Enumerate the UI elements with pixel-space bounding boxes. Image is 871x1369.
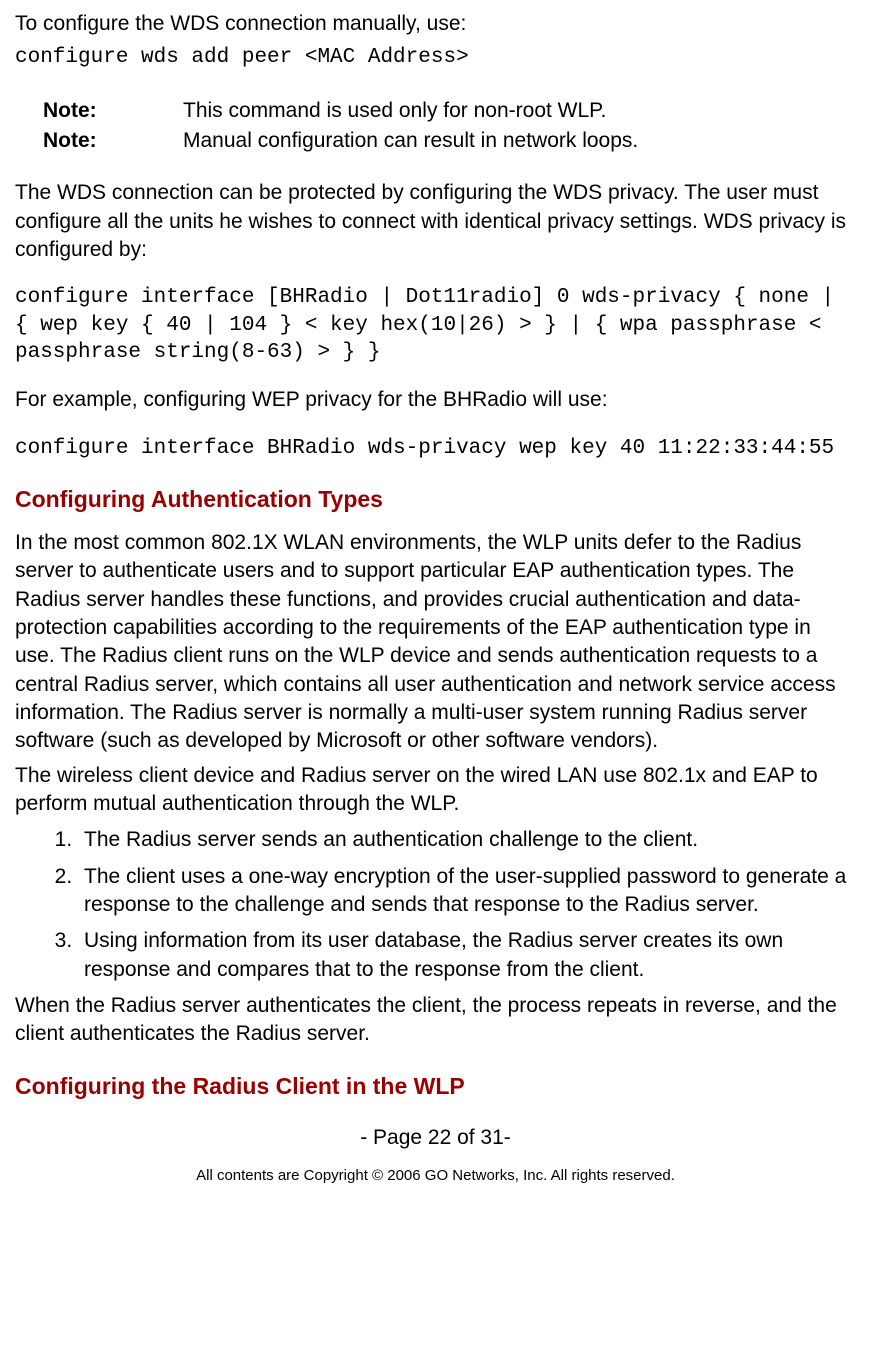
notes-block: Note: This command is used only for non-… xyxy=(43,97,856,156)
note-label: Note: xyxy=(43,127,183,155)
note-row: Note: Manual configuration can result in… xyxy=(43,127,856,155)
auth-paragraph-1: In the most common 802.1X WLAN environme… xyxy=(15,529,856,756)
command-wep-example: configure interface BHRadio wds-privacy … xyxy=(15,435,856,462)
list-item: The client uses a one-way encryption of … xyxy=(78,863,856,920)
command-wds-privacy-syntax: configure interface [BHRadio | Dot11radi… xyxy=(15,284,856,366)
auth-steps-list: The Radius server sends an authenticatio… xyxy=(60,826,856,984)
auth-paragraph-2: The wireless client device and Radius se… xyxy=(15,762,856,819)
command-wds-add-peer: configure wds add peer <MAC Address> xyxy=(15,44,856,72)
list-item: Using information from its user database… xyxy=(78,927,856,984)
intro-paragraph: To configure the WDS connection manually… xyxy=(15,10,856,38)
auth-paragraph-3: When the Radius server authenticates the… xyxy=(15,992,856,1049)
page-number: - Page 22 of 31- xyxy=(15,1124,856,1152)
list-item: The Radius server sends an authenticatio… xyxy=(78,826,856,854)
example-paragraph: For example, configuring WEP privacy for… xyxy=(15,386,856,414)
note-label: Note: xyxy=(43,97,183,125)
note-row: Note: This command is used only for non-… xyxy=(43,97,856,125)
heading-auth-types: Configuring Authentication Types xyxy=(15,484,856,515)
wds-privacy-paragraph: The WDS connection can be protected by c… xyxy=(15,179,856,264)
note-text: This command is used only for non-root W… xyxy=(183,97,856,125)
copyright-text: All contents are Copyright © 2006 GO Net… xyxy=(15,1166,856,1186)
heading-radius-client: Configuring the Radius Client in the WLP xyxy=(15,1071,856,1102)
note-text: Manual configuration can result in netwo… xyxy=(183,127,856,155)
